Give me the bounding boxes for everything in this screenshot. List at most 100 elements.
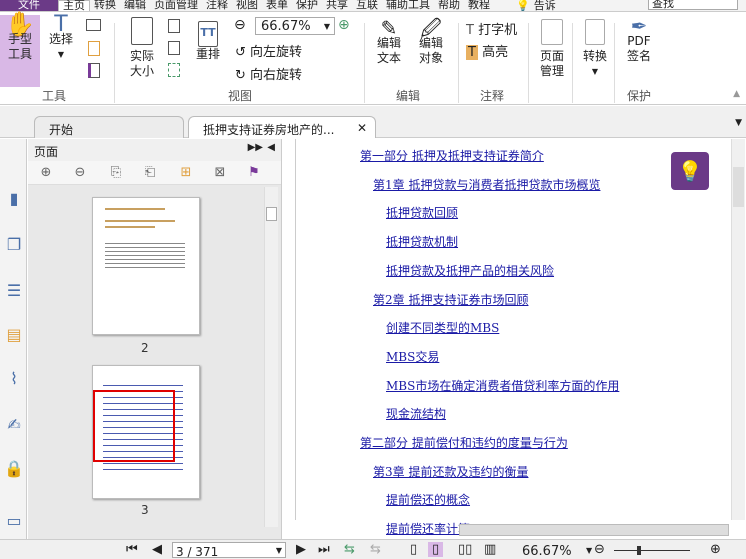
typewriter-button[interactable]: T 打字机: [466, 19, 517, 38]
page-manage-button[interactable]: 页面 管理: [534, 19, 570, 79]
bookmark-icon[interactable]: [88, 63, 100, 78]
facing-page-icon[interactable]: ▯▯: [458, 542, 472, 557]
previous-view-icon[interactable]: ⇆: [344, 542, 355, 557]
toc-link[interactable]: 提前偿还的概念: [386, 491, 470, 508]
page-number-input[interactable]: 3 / 371 ▼: [172, 542, 286, 559]
attachments-icon[interactable]: ⌇: [4, 369, 24, 391]
close-tab-icon[interactable]: ✕: [357, 121, 367, 135]
tab-document[interactable]: 抵押支持证券房地产的... ✕: [188, 116, 376, 138]
zoom-out-thumb-icon[interactable]: ⊖: [72, 165, 88, 181]
menu-item[interactable]: 保护: [292, 0, 322, 11]
clipboard-icon[interactable]: [88, 41, 100, 56]
collapse-panel-icon[interactable]: ◀: [267, 142, 275, 153]
delete-page-icon[interactable]: ⊠: [212, 165, 228, 181]
toc-link[interactable]: MBS市场在确定消费者借贷利率方面的作用: [386, 377, 619, 394]
zoom-level[interactable]: 66.67%: [522, 544, 572, 559]
zoom-out-icon[interactable]: ⊖: [234, 17, 246, 33]
menu-item[interactable]: 页面管理: [150, 0, 202, 11]
tell-me[interactable]: 告诉: [530, 0, 560, 11]
fit-width-icon[interactable]: [168, 41, 180, 55]
toc-link[interactable]: 抵押贷款及抵押产品的相关风险: [386, 262, 554, 279]
previous-page-icon[interactable]: ◀: [152, 542, 162, 557]
toc-link[interactable]: 第一部分 抵押及抵押支持证券简介: [360, 147, 544, 164]
last-page-icon[interactable]: ⏭: [318, 542, 330, 557]
snapshot-icon[interactable]: [86, 19, 101, 31]
menu-item[interactable]: 帮助: [434, 0, 464, 11]
next-view-icon[interactable]: ⇆: [370, 542, 381, 557]
tab-start[interactable]: 开始: [34, 116, 184, 138]
reflow-button[interactable]: TT 重排: [193, 21, 223, 62]
toc-link[interactable]: 抵押贷款机制: [386, 233, 458, 250]
group-protect: 保护: [627, 89, 652, 103]
zoom-slider[interactable]: [614, 546, 690, 555]
visible-area-frame[interactable]: [93, 390, 175, 462]
pdf-sign-button[interactable]: ✒ PDF 签名: [620, 16, 658, 64]
menu-item[interactable]: 转换: [90, 0, 120, 11]
first-page-icon[interactable]: ⏮: [126, 542, 138, 557]
edit-text-button[interactable]: ✎ 编辑 文本: [372, 18, 406, 66]
extract-page-icon[interactable]: ⎗: [142, 165, 158, 181]
page-thumbnail-3[interactable]: [92, 365, 200, 499]
zoom-slider-knob[interactable]: [637, 546, 642, 555]
menu-item[interactable]: 编辑: [120, 0, 150, 11]
add-page-icon[interactable]: ⊞: [178, 165, 194, 181]
document-vscrollbar[interactable]: [731, 139, 745, 520]
toc-link[interactable]: 提前偿还率计算: [386, 520, 470, 537]
menu-item[interactable]: 辅助工具: [382, 0, 434, 11]
document-hscrollbar[interactable]: [459, 524, 729, 536]
pages-icon[interactable]: ❐: [4, 235, 24, 257]
insert-page-icon[interactable]: ⎘: [108, 165, 124, 181]
actual-size-button[interactable]: 实际 大小: [124, 17, 160, 79]
more-panel-icon[interactable]: ▭: [4, 511, 24, 533]
menu-item[interactable]: 教程: [464, 0, 494, 11]
zoom-dropdown-icon[interactable]: ▼: [586, 546, 592, 555]
menu-item[interactable]: 主页: [58, 0, 90, 11]
search-input[interactable]: 查找: [648, 0, 738, 10]
left-sidebar: ▮ ❐ ☰ ▤ ⌇ ✍ 🔒 ▭: [0, 139, 27, 539]
smart-tip-button[interactable]: 💡: [671, 152, 709, 190]
toc-link[interactable]: 抵押贷款回顾: [386, 204, 458, 221]
lock-icon[interactable]: 🔒: [4, 459, 24, 481]
zoom-in-status-icon[interactable]: ⊕: [710, 542, 721, 557]
panel-scrollbar[interactable]: [264, 187, 278, 527]
edit-object-button[interactable]: 🖉 编辑 对象: [412, 18, 450, 66]
menu-bar: 文件 主页 转换 编辑 页面管理 注释 视图 表单 保护 共享 互联 辅助工具 帮助 教程 💡 告诉 查…: [0, 0, 746, 12]
rotate-right-button[interactable]: ↻ 向右旋转: [235, 64, 302, 83]
collapse-ribbon-icon[interactable]: ▲: [733, 89, 740, 99]
zoom-out-status-icon[interactable]: ⊖: [594, 542, 605, 557]
page-properties-icon[interactable]: ⚑: [246, 165, 262, 181]
continuous-facing-icon[interactable]: ▥: [484, 542, 496, 557]
zoom-in-icon[interactable]: ⊕: [338, 17, 350, 33]
menu-item[interactable]: 视图: [232, 0, 262, 11]
toc-link[interactable]: MBS交易: [386, 348, 439, 365]
comments-icon[interactable]: ▤: [4, 325, 24, 347]
fit-page-icon[interactable]: [168, 19, 180, 33]
page-thumbnail-2[interactable]: [92, 197, 200, 335]
tab-list-icon[interactable]: ▼: [735, 118, 742, 128]
toc-link[interactable]: 第1章 抵押贷款与消费者抵押贷款市场概览: [373, 176, 600, 193]
bookmarks-icon[interactable]: ▮: [4, 189, 24, 211]
toc-link[interactable]: 第二部分 提前偿付和违约的度量与行为: [360, 434, 568, 451]
select-button[interactable]: T 选择 ▼: [46, 14, 76, 62]
layers-icon[interactable]: ☰: [4, 281, 24, 303]
signatures-icon[interactable]: ✍: [4, 415, 24, 437]
toc-link[interactable]: 第2章 抵押支持证券市场回顾: [373, 291, 528, 308]
menu-item[interactable]: 表单: [262, 0, 292, 11]
continuous-page-icon[interactable]: ▯: [428, 542, 444, 557]
convert-button[interactable]: 转换 ▼: [578, 19, 612, 79]
menu-item[interactable]: 共享: [322, 0, 352, 11]
zoom-select[interactable]: 66.67% ▼: [255, 17, 335, 35]
next-page-icon[interactable]: ▶: [296, 542, 306, 557]
toc-link[interactable]: 现金流结构: [386, 405, 446, 422]
menu-item[interactable]: 互联: [352, 0, 382, 11]
toc-link[interactable]: 创建不同类型的MBS: [386, 319, 499, 336]
highlight-button[interactable]: T 高亮: [466, 41, 508, 60]
expand-panel-icon[interactable]: ▶▶: [248, 142, 263, 153]
zoom-in-thumb-icon[interactable]: ⊕: [38, 165, 54, 181]
single-page-icon[interactable]: ▯: [410, 542, 417, 557]
toc-link[interactable]: 第3章 提前还款及违约的衡量: [373, 463, 528, 480]
rotate-left-button[interactable]: ↺ 向左旋转: [235, 41, 302, 60]
hand-tool-button[interactable]: ✋ 手型 工具: [0, 12, 40, 87]
menu-item[interactable]: 注释: [202, 0, 232, 11]
fit-visible-icon[interactable]: [168, 63, 180, 77]
